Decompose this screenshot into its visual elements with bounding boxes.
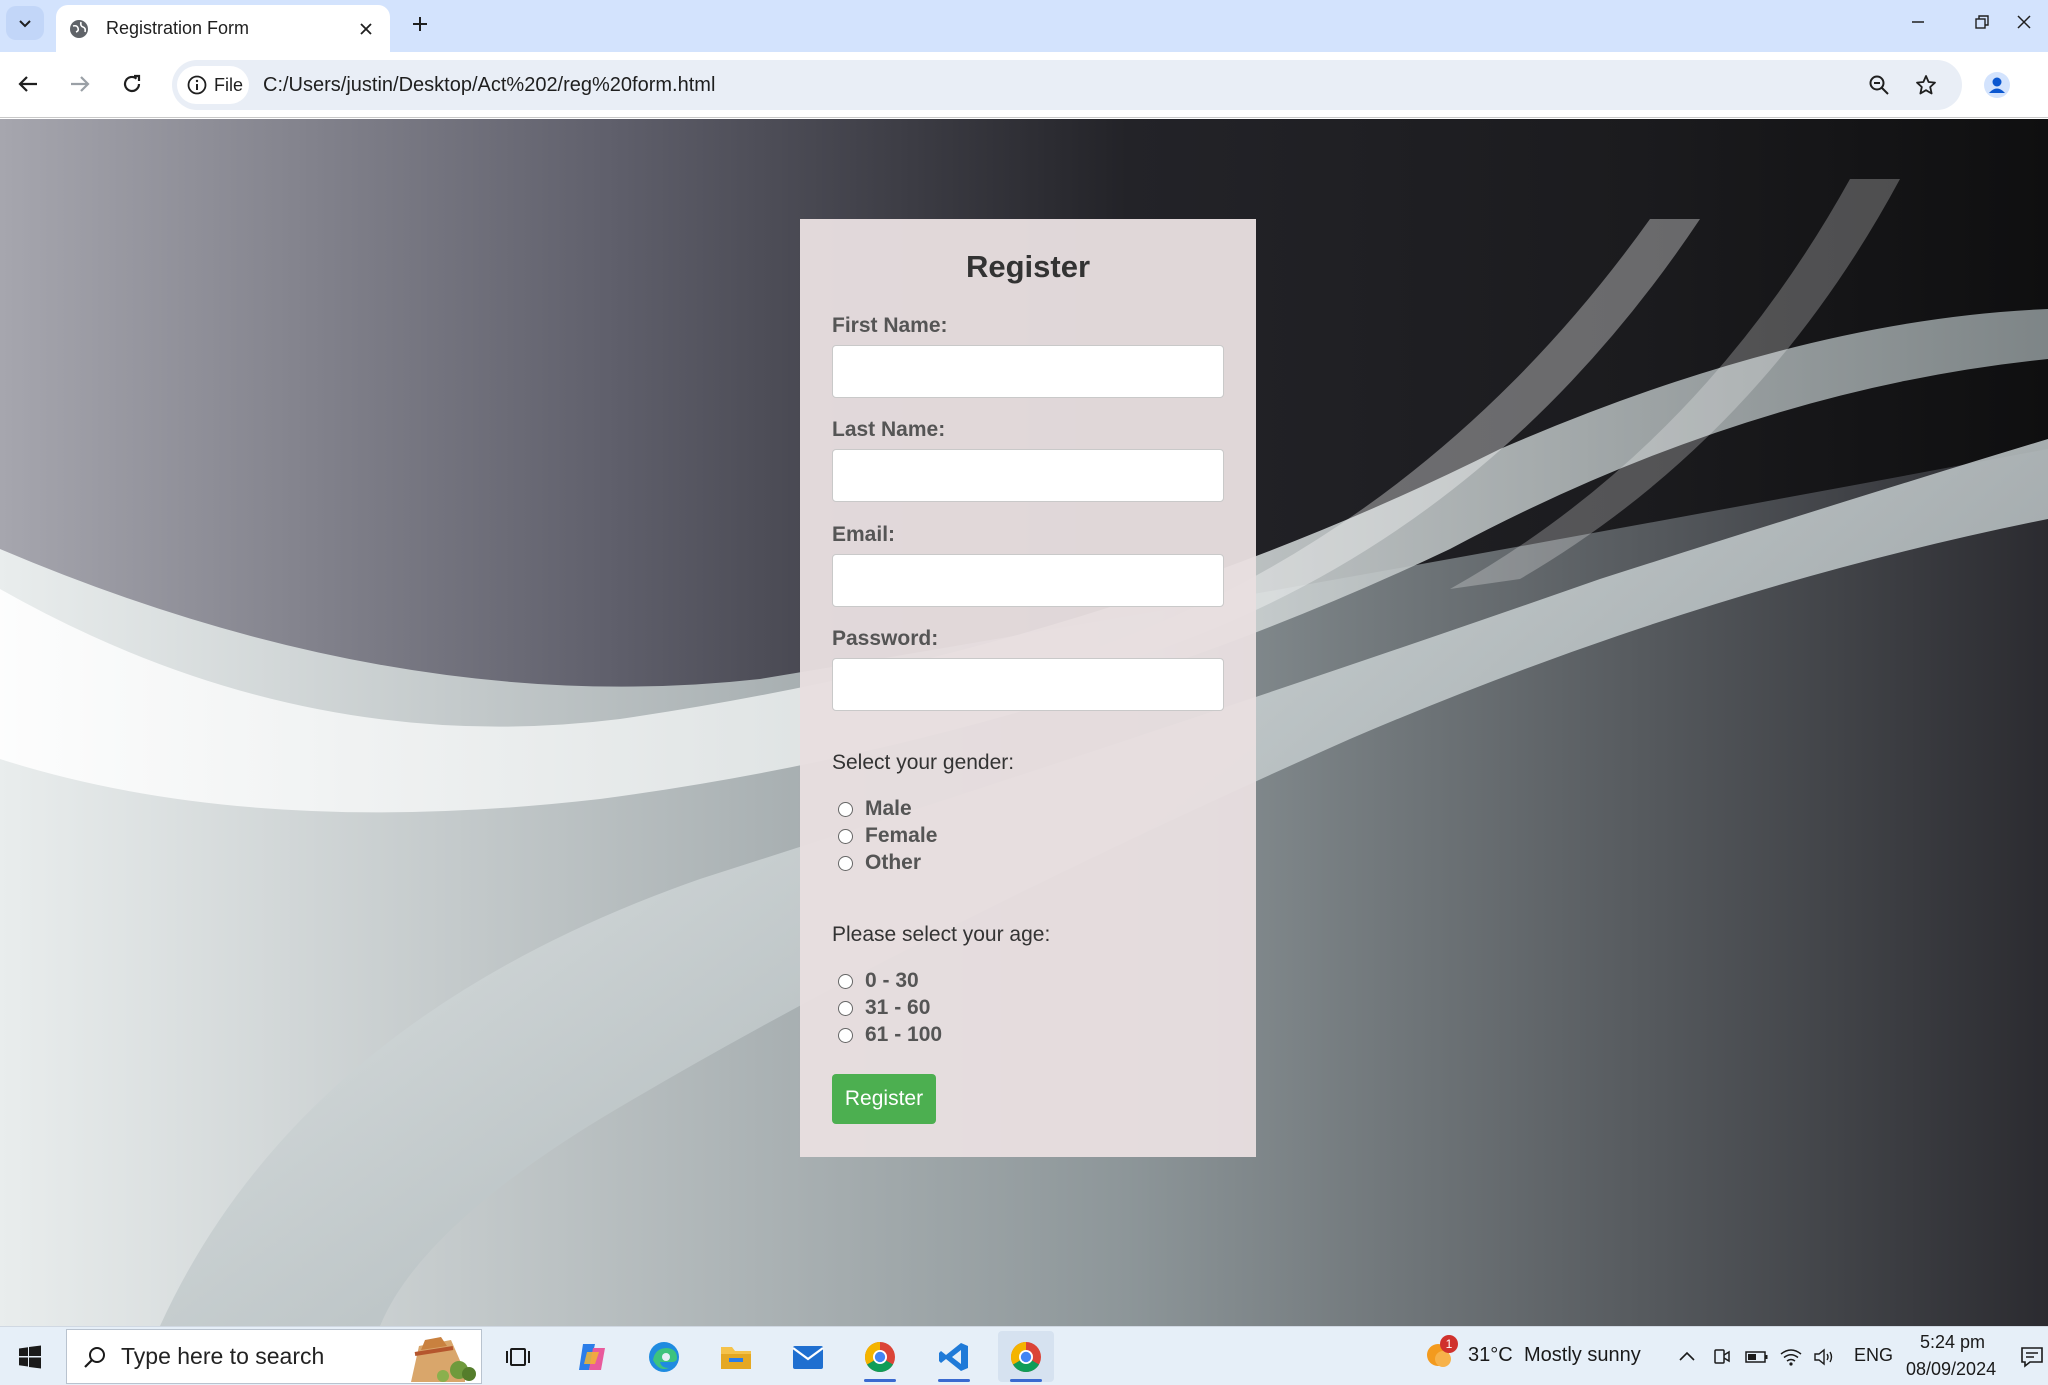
- email-label: Email:: [832, 523, 896, 546]
- gender-option-other[interactable]: Other: [838, 851, 921, 875]
- vscode-icon: [939, 1342, 968, 1371]
- radio-label: 0 - 30: [865, 969, 919, 992]
- battery-icon[interactable]: [1744, 1344, 1770, 1370]
- chrome-icon: [1010, 1341, 1041, 1372]
- info-icon: [187, 75, 207, 95]
- chevron-down-icon: [19, 20, 31, 28]
- restore-icon: [1975, 15, 1989, 29]
- browser-toolbar: File C:/Users/justin/Desktop/Act%202/reg…: [0, 52, 2048, 118]
- age-option-31-60[interactable]: 31 - 60: [838, 996, 930, 1020]
- search-icon: [84, 1346, 105, 1368]
- radio-button[interactable]: [838, 973, 853, 989]
- minimize-icon: [1912, 21, 1924, 23]
- globe-icon: [68, 18, 90, 40]
- password-label: Password:: [832, 627, 939, 650]
- reload-button[interactable]: [114, 66, 150, 102]
- taskbar-search[interactable]: Type here to search: [66, 1329, 482, 1384]
- weather-temperature[interactable]: 31°C: [1468, 1344, 1513, 1367]
- first-name-label: First Name:: [832, 314, 948, 337]
- input-language[interactable]: ENG: [1854, 1345, 1893, 1366]
- site-chip-label: File: [214, 74, 244, 95]
- last-name-label: Last Name:: [832, 418, 946, 441]
- radio-button[interactable]: [838, 1000, 853, 1016]
- windows-logo-icon: [19, 1345, 41, 1369]
- file-explorer-button[interactable]: [708, 1331, 764, 1382]
- radio-label: Female: [865, 824, 938, 847]
- weather-widget-icon[interactable]: 1: [1424, 1335, 1458, 1371]
- radio-button[interactable]: [838, 801, 853, 817]
- close-tab-icon[interactable]: [352, 15, 380, 43]
- age-option-61-100[interactable]: 61 - 100: [838, 1023, 942, 1047]
- folder-icon: [721, 1346, 751, 1369]
- bookmark-star-icon[interactable]: [1912, 71, 1940, 99]
- search-highlight-image: [411, 1337, 476, 1382]
- edge-button[interactable]: [636, 1331, 692, 1382]
- page-viewport: Register First Name: Last Name: Email: P…: [0, 119, 2048, 1326]
- mail-button[interactable]: [780, 1331, 836, 1382]
- profile-button[interactable]: [1978, 66, 2016, 104]
- form-title: Register: [965, 249, 1091, 284]
- radio-label: 61 - 100: [865, 1023, 943, 1046]
- chrome-button-active[interactable]: [998, 1331, 1054, 1382]
- copilot-icon: [579, 1343, 605, 1370]
- mail-icon: [792, 1345, 824, 1369]
- tab-registration-form[interactable]: Registration Form: [56, 5, 390, 52]
- registration-card: Register First Name: Last Name: Email: P…: [800, 219, 1256, 1157]
- radio-label: 31 - 60: [865, 996, 931, 1019]
- radio-label: Other: [865, 851, 922, 874]
- close-icon: [2017, 15, 2031, 29]
- volume-icon[interactable]: [1812, 1344, 1838, 1370]
- radio-button[interactable]: [838, 855, 853, 871]
- clock-date[interactable]: 08/09/2024: [1906, 1359, 1996, 1380]
- address-bar[interactable]: File C:/Users/justin/Desktop/Act%202/reg…: [172, 60, 1962, 110]
- notifications-icon[interactable]: [2020, 1344, 2046, 1370]
- plus-icon: [413, 17, 427, 31]
- copilot-button[interactable]: [564, 1331, 620, 1382]
- tab-strip: Registration Form: [0, 0, 2048, 52]
- url-text[interactable]: C:/Users/justin/Desktop/Act%202/reg%20fo…: [263, 74, 715, 97]
- task-view-button[interactable]: [490, 1331, 546, 1382]
- age-option-0-30[interactable]: 0 - 30: [838, 969, 919, 993]
- arrow-right-icon: [71, 76, 90, 92]
- search-placeholder: Type here to search: [121, 1343, 325, 1369]
- zoom-icon[interactable]: [1865, 71, 1893, 99]
- radio-button[interactable]: [838, 828, 853, 844]
- weather-condition[interactable]: Mostly sunny: [1524, 1344, 1641, 1367]
- restore-button[interactable]: [1952, 0, 2012, 44]
- windows-taskbar: Type here to search 1 31°C Mostly sunny …: [0, 1326, 2048, 1385]
- back-button[interactable]: [10, 66, 46, 102]
- forward-button[interactable]: [62, 66, 98, 102]
- radio-label: Male: [865, 797, 912, 820]
- weather-badge: 1: [1440, 1335, 1458, 1353]
- wifi-icon[interactable]: [1778, 1344, 1804, 1370]
- minimize-button[interactable]: [1888, 0, 1948, 44]
- gender-group-label: Select your gender:: [832, 751, 1015, 774]
- chrome-icon: [864, 1341, 895, 1372]
- new-tab-button[interactable]: [404, 8, 436, 40]
- profile-icon: [1984, 72, 2010, 98]
- gender-option-male[interactable]: Male: [838, 797, 912, 821]
- radio-button[interactable]: [838, 1027, 853, 1043]
- gender-option-female[interactable]: Female: [838, 824, 937, 848]
- close-window-button[interactable]: [2016, 0, 2048, 44]
- edge-icon: [649, 1341, 679, 1372]
- clock-time[interactable]: 5:24 pm: [1920, 1332, 1985, 1353]
- tab-title: Registration Form: [106, 18, 250, 38]
- tab-search-button[interactable]: [6, 6, 44, 40]
- vscode-button[interactable]: [926, 1331, 982, 1382]
- first-name-input[interactable]: [832, 345, 1224, 398]
- last-name-input[interactable]: [832, 449, 1224, 502]
- reload-icon: [123, 74, 141, 93]
- meet-now-icon[interactable]: [1708, 1344, 1734, 1370]
- start-button[interactable]: [10, 1337, 50, 1377]
- chevron-up-icon[interactable]: [1674, 1344, 1700, 1370]
- arrow-left-icon: [18, 76, 37, 92]
- age-group-label: Please select your age:: [832, 923, 1051, 946]
- password-input[interactable]: [832, 658, 1224, 711]
- site-info-chip[interactable]: File: [177, 66, 249, 104]
- chrome-button[interactable]: [852, 1331, 908, 1382]
- email-input[interactable]: [832, 554, 1224, 607]
- register-button[interactable]: Register: [832, 1074, 936, 1124]
- task-view-icon: [506, 1347, 530, 1366]
